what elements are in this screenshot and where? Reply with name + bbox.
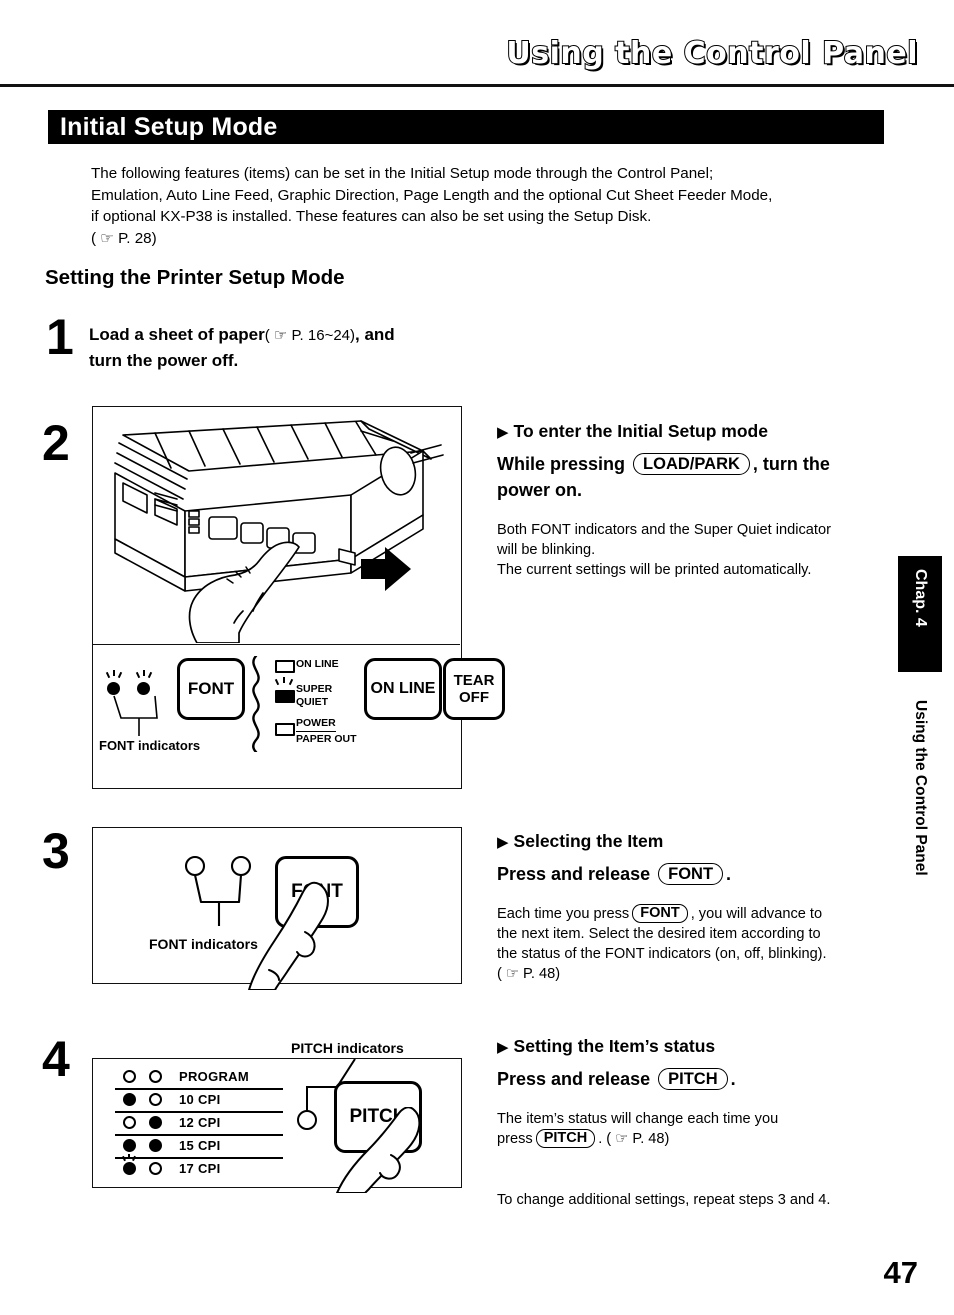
font-indicators-caption-step3: FONT indicators bbox=[149, 936, 258, 952]
table-row: 12 CPI bbox=[115, 1113, 283, 1134]
pitch-led-right bbox=[149, 1116, 162, 1129]
pitch-led-left bbox=[123, 1139, 136, 1152]
panel-tear-off-button[interactable]: TEAR OFF bbox=[443, 658, 505, 720]
step-2-text-column: ▶ To enter the Initial Setup mode While p… bbox=[497, 421, 917, 580]
step-2-body-text: Both FONT indicators and the Super Quiet… bbox=[497, 522, 831, 578]
step-3-arrow-heading: ▶ Selecting the Item bbox=[497, 831, 664, 851]
control-panel-detail: FONT indicators FONT ON LINE SUPER QUIET… bbox=[93, 646, 505, 789]
chapter-tab: Chap. 4 bbox=[898, 556, 942, 672]
font-key[interactable]: FONT bbox=[658, 863, 724, 885]
step-number-2: 2 bbox=[42, 415, 70, 471]
table-row: 17 CPI bbox=[115, 1154, 283, 1180]
load-park-key[interactable]: LOAD/PARK bbox=[633, 453, 750, 475]
intro-line-2: Emulation, Auto Line Feed, Graphic Direc… bbox=[91, 186, 773, 204]
figure-printer-and-panel: FONT indicators FONT ON LINE SUPER QUIET… bbox=[92, 406, 505, 789]
step-1-bold-lead: Load a sheet of paper bbox=[89, 325, 265, 344]
tear-off-label-line2: OFF bbox=[459, 689, 489, 706]
step-3-body-text: Each time you press FONT, you will advanc… bbox=[497, 904, 827, 982]
table-row: PROGRAM bbox=[115, 1067, 283, 1088]
step-number-1: 1 bbox=[46, 309, 74, 365]
chapter-tab-label: Chap. 4 bbox=[912, 569, 929, 627]
online-indicator-icon bbox=[275, 660, 295, 673]
power-indicator-label: POWER bbox=[296, 717, 336, 732]
step-3-page-reference: ( ☞ P. 48) bbox=[497, 966, 561, 982]
step-4-lead-instruction: Press and release PITCH. bbox=[497, 1068, 736, 1090]
arrow-bullet-icon: ▶ bbox=[497, 424, 509, 441]
panel-online-button[interactable]: ON LINE bbox=[364, 658, 442, 720]
finger-pressing-pitch-icon bbox=[336, 1107, 421, 1193]
chapter-running-title: Using the Control Panel bbox=[905, 700, 935, 940]
pitch-led-right bbox=[149, 1162, 162, 1175]
step-number-4: 4 bbox=[42, 1031, 70, 1087]
super-quiet-indicator-icon bbox=[275, 690, 295, 703]
pitch-led-left bbox=[123, 1162, 136, 1175]
pitch-row-label: PROGRAM bbox=[179, 1069, 249, 1084]
tear-off-label-line1: TEAR bbox=[453, 672, 495, 689]
step-4-text-column: ▶ Setting the Item’s status Press and rel… bbox=[497, 1036, 917, 1149]
intro-page-reference: ( ☞ P. 28) bbox=[91, 229, 157, 247]
step-2-lead-line2: power on. bbox=[497, 480, 582, 500]
pitch-led-right bbox=[149, 1139, 162, 1152]
finger-pressing-font-icon bbox=[248, 881, 329, 990]
step-1-bold-tail: , and bbox=[355, 325, 395, 344]
pitch-row-label: 17 CPI bbox=[179, 1161, 221, 1176]
header-divider-rule bbox=[0, 84, 954, 87]
step-4-body-text: The item’s status will change each time … bbox=[497, 1111, 779, 1148]
section-title: Initial Setup Mode bbox=[60, 113, 278, 141]
pitch-led-left bbox=[123, 1093, 136, 1106]
subheading: Setting the Printer Setup Mode bbox=[45, 266, 345, 289]
running-head-title: Using the Control Panel bbox=[505, 35, 918, 72]
step-4-closing-note: To change additional settings, repeat st… bbox=[497, 1192, 831, 1208]
printer-illustration bbox=[114, 420, 444, 643]
pitch-key-inline[interactable]: PITCH bbox=[535, 1129, 596, 1148]
online-indicator-label: ON LINE bbox=[296, 658, 339, 670]
figure-divider bbox=[92, 644, 460, 646]
intro-paragraph: The following features (items) can be se… bbox=[91, 163, 881, 249]
step-1-line-2: turn the power off. bbox=[89, 351, 239, 370]
panel-font-button[interactable]: FONT bbox=[177, 658, 245, 720]
font-key-inline[interactable]: FONT bbox=[632, 904, 688, 923]
squiggle-connector bbox=[252, 656, 260, 752]
intro-line-1: The following features (items) can be se… bbox=[91, 165, 714, 182]
pitch-led-right bbox=[149, 1070, 162, 1083]
step-number-3: 3 bbox=[42, 823, 70, 879]
step-3-lead-instruction: Press and release FONT. bbox=[497, 863, 732, 885]
arrow-bullet-icon: ▶ bbox=[497, 834, 509, 851]
paper-out-indicator-label: PAPER OUT bbox=[296, 733, 357, 745]
figure-font-button: FONT indicators FONT bbox=[92, 827, 462, 990]
pitch-key[interactable]: PITCH bbox=[658, 1068, 728, 1090]
pitch-indicators-caption: PITCH indicators bbox=[291, 1040, 404, 1056]
step-2-arrow-heading: ▶ To enter the Initial Setup mode bbox=[497, 421, 768, 441]
chapter-running-label: Using the Control Panel bbox=[912, 700, 929, 876]
step-1-instruction: Load a sheet of paper( ☞ P. 16~24), and … bbox=[89, 322, 509, 373]
pitch-led-right bbox=[149, 1093, 162, 1106]
table-row: 15 CPI bbox=[115, 1136, 283, 1157]
pitch-row-label: 12 CPI bbox=[179, 1115, 221, 1130]
arrow-bullet-icon: ▶ bbox=[497, 1039, 509, 1056]
power-paper-out-indicator-icon bbox=[275, 723, 295, 736]
step-4-arrow-heading: ▶ Setting the Item’s status bbox=[497, 1036, 716, 1056]
pitch-led-left bbox=[123, 1070, 136, 1083]
page-number: 47 bbox=[883, 1255, 918, 1290]
pitch-row-label: 10 CPI bbox=[179, 1092, 221, 1107]
step-2-lead-instruction: While pressing LOAD/PARK, turn the power… bbox=[497, 453, 830, 500]
step-1-page-reference: ( ☞ P. 16~24) bbox=[264, 327, 356, 344]
pitch-row-label: 15 CPI bbox=[179, 1138, 221, 1153]
step-3-text-column: ▶ Selecting the Item Press and release FO… bbox=[497, 831, 917, 984]
super-quiet-indicator-label-line2: QUIET bbox=[296, 696, 329, 708]
font-indicators-caption: FONT indicators bbox=[99, 738, 201, 753]
figure-pitch-button: PROGRAM 10 CPI 12 CPI 15 CPI 17 CPI PITC… bbox=[92, 1058, 462, 1193]
pitch-led-left bbox=[123, 1116, 136, 1129]
step-4-page-reference: . ( ☞ P. 48) bbox=[598, 1131, 670, 1147]
pitch-status-table: PROGRAM 10 CPI 12 CPI 15 CPI 17 CPI bbox=[115, 1067, 285, 1179]
table-row: 10 CPI bbox=[115, 1090, 283, 1111]
intro-line-3: if optional KX-P38 is installed. These f… bbox=[91, 208, 652, 225]
super-quiet-indicator-label-line1: SUPER bbox=[296, 683, 333, 695]
